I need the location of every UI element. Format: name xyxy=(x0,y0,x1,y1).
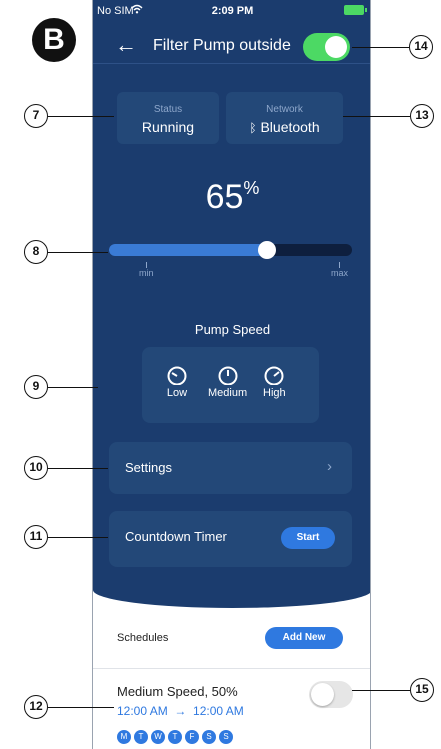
callout-line xyxy=(352,47,409,48)
day-chip: S xyxy=(202,730,216,744)
chevron-right-icon: › xyxy=(327,458,332,475)
day-chip: S xyxy=(219,730,233,744)
figure-badge: B xyxy=(32,18,76,62)
pump-speed-label: Pump Speed xyxy=(194,322,271,337)
callout-9: 9 xyxy=(24,375,48,399)
phone-screen: No SIM 2:09 PM ← Filter Pump outside Sta… xyxy=(92,0,371,749)
speed-option-low[interactable]: Low xyxy=(166,365,188,399)
speed-option-high[interactable]: High xyxy=(263,365,286,399)
slider-max-tick: max xyxy=(331,262,348,278)
callout-11: 11 xyxy=(24,525,48,549)
header: ← Filter Pump outside xyxy=(93,28,370,64)
speed-option-medium[interactable]: Medium xyxy=(208,365,247,399)
callout-12: 12 xyxy=(24,695,48,719)
gauge-low-icon xyxy=(167,366,187,385)
toggle-knob xyxy=(311,683,334,706)
slider-min-tick: min xyxy=(139,262,154,278)
callout-line xyxy=(48,537,108,538)
power-toggle[interactable] xyxy=(303,33,350,61)
speed-slider[interactable] xyxy=(109,241,352,259)
network-card: Network ᛒ Bluetooth xyxy=(226,92,343,144)
day-chip: M xyxy=(117,730,131,744)
callout-14: 14 xyxy=(409,35,433,59)
toggle-knob xyxy=(325,36,347,58)
gauge-medium-icon xyxy=(218,366,238,385)
callout-line xyxy=(352,690,410,691)
callout-line xyxy=(48,252,108,253)
callout-8: 8 xyxy=(24,240,48,264)
status-label: Status xyxy=(153,104,183,115)
schedule-toggle[interactable] xyxy=(309,681,353,708)
callout-line xyxy=(48,468,108,469)
schedule-days: MTWTFSS xyxy=(117,726,236,744)
network-label: Network xyxy=(266,104,303,115)
callout-line xyxy=(48,707,114,708)
callout-7: 7 xyxy=(24,104,48,128)
callout-line xyxy=(343,116,410,117)
bluetooth-icon: ᛒ xyxy=(249,121,257,135)
network-value: ᛒ Bluetooth xyxy=(249,119,320,135)
callout-10: 10 xyxy=(24,456,48,480)
start-button[interactable]: Start xyxy=(281,527,335,549)
add-new-button[interactable]: Add New xyxy=(265,627,343,649)
battery-icon xyxy=(344,5,367,15)
day-chip: T xyxy=(168,730,182,744)
day-chip: W xyxy=(151,730,165,744)
callout-13: 13 xyxy=(410,104,434,128)
countdown-timer-row: Countdown Timer Start xyxy=(109,511,352,567)
status-bar: No SIM 2:09 PM xyxy=(93,0,370,22)
callout-15: 15 xyxy=(410,678,434,702)
callout-line xyxy=(48,116,114,117)
schedule-time: 12:00 AM → 12:00 AM xyxy=(117,704,244,718)
speed-percentage: 65% xyxy=(205,178,260,216)
settings-label: Settings xyxy=(125,460,172,475)
schedules-title: Schedules xyxy=(117,632,169,644)
schedule-title: Medium Speed, 50% xyxy=(117,684,238,699)
status-card: Status Running xyxy=(117,92,219,144)
day-chip: T xyxy=(134,730,148,744)
back-arrow-icon[interactable]: ← xyxy=(115,32,137,58)
slider-thumb[interactable] xyxy=(257,241,276,259)
countdown-label: Countdown Timer xyxy=(125,529,227,544)
gauge-high-icon xyxy=(264,366,284,385)
pump-speed-selector: Low Medium High xyxy=(142,347,319,423)
clock: 2:09 PM xyxy=(211,5,254,17)
page-title: Filter Pump outside xyxy=(153,37,291,54)
day-chip: F xyxy=(185,730,199,744)
slider-fill xyxy=(109,244,267,256)
divider xyxy=(93,668,370,669)
settings-row[interactable]: Settings › xyxy=(109,442,352,494)
callout-line xyxy=(48,387,98,388)
status-value: Running xyxy=(141,119,195,135)
